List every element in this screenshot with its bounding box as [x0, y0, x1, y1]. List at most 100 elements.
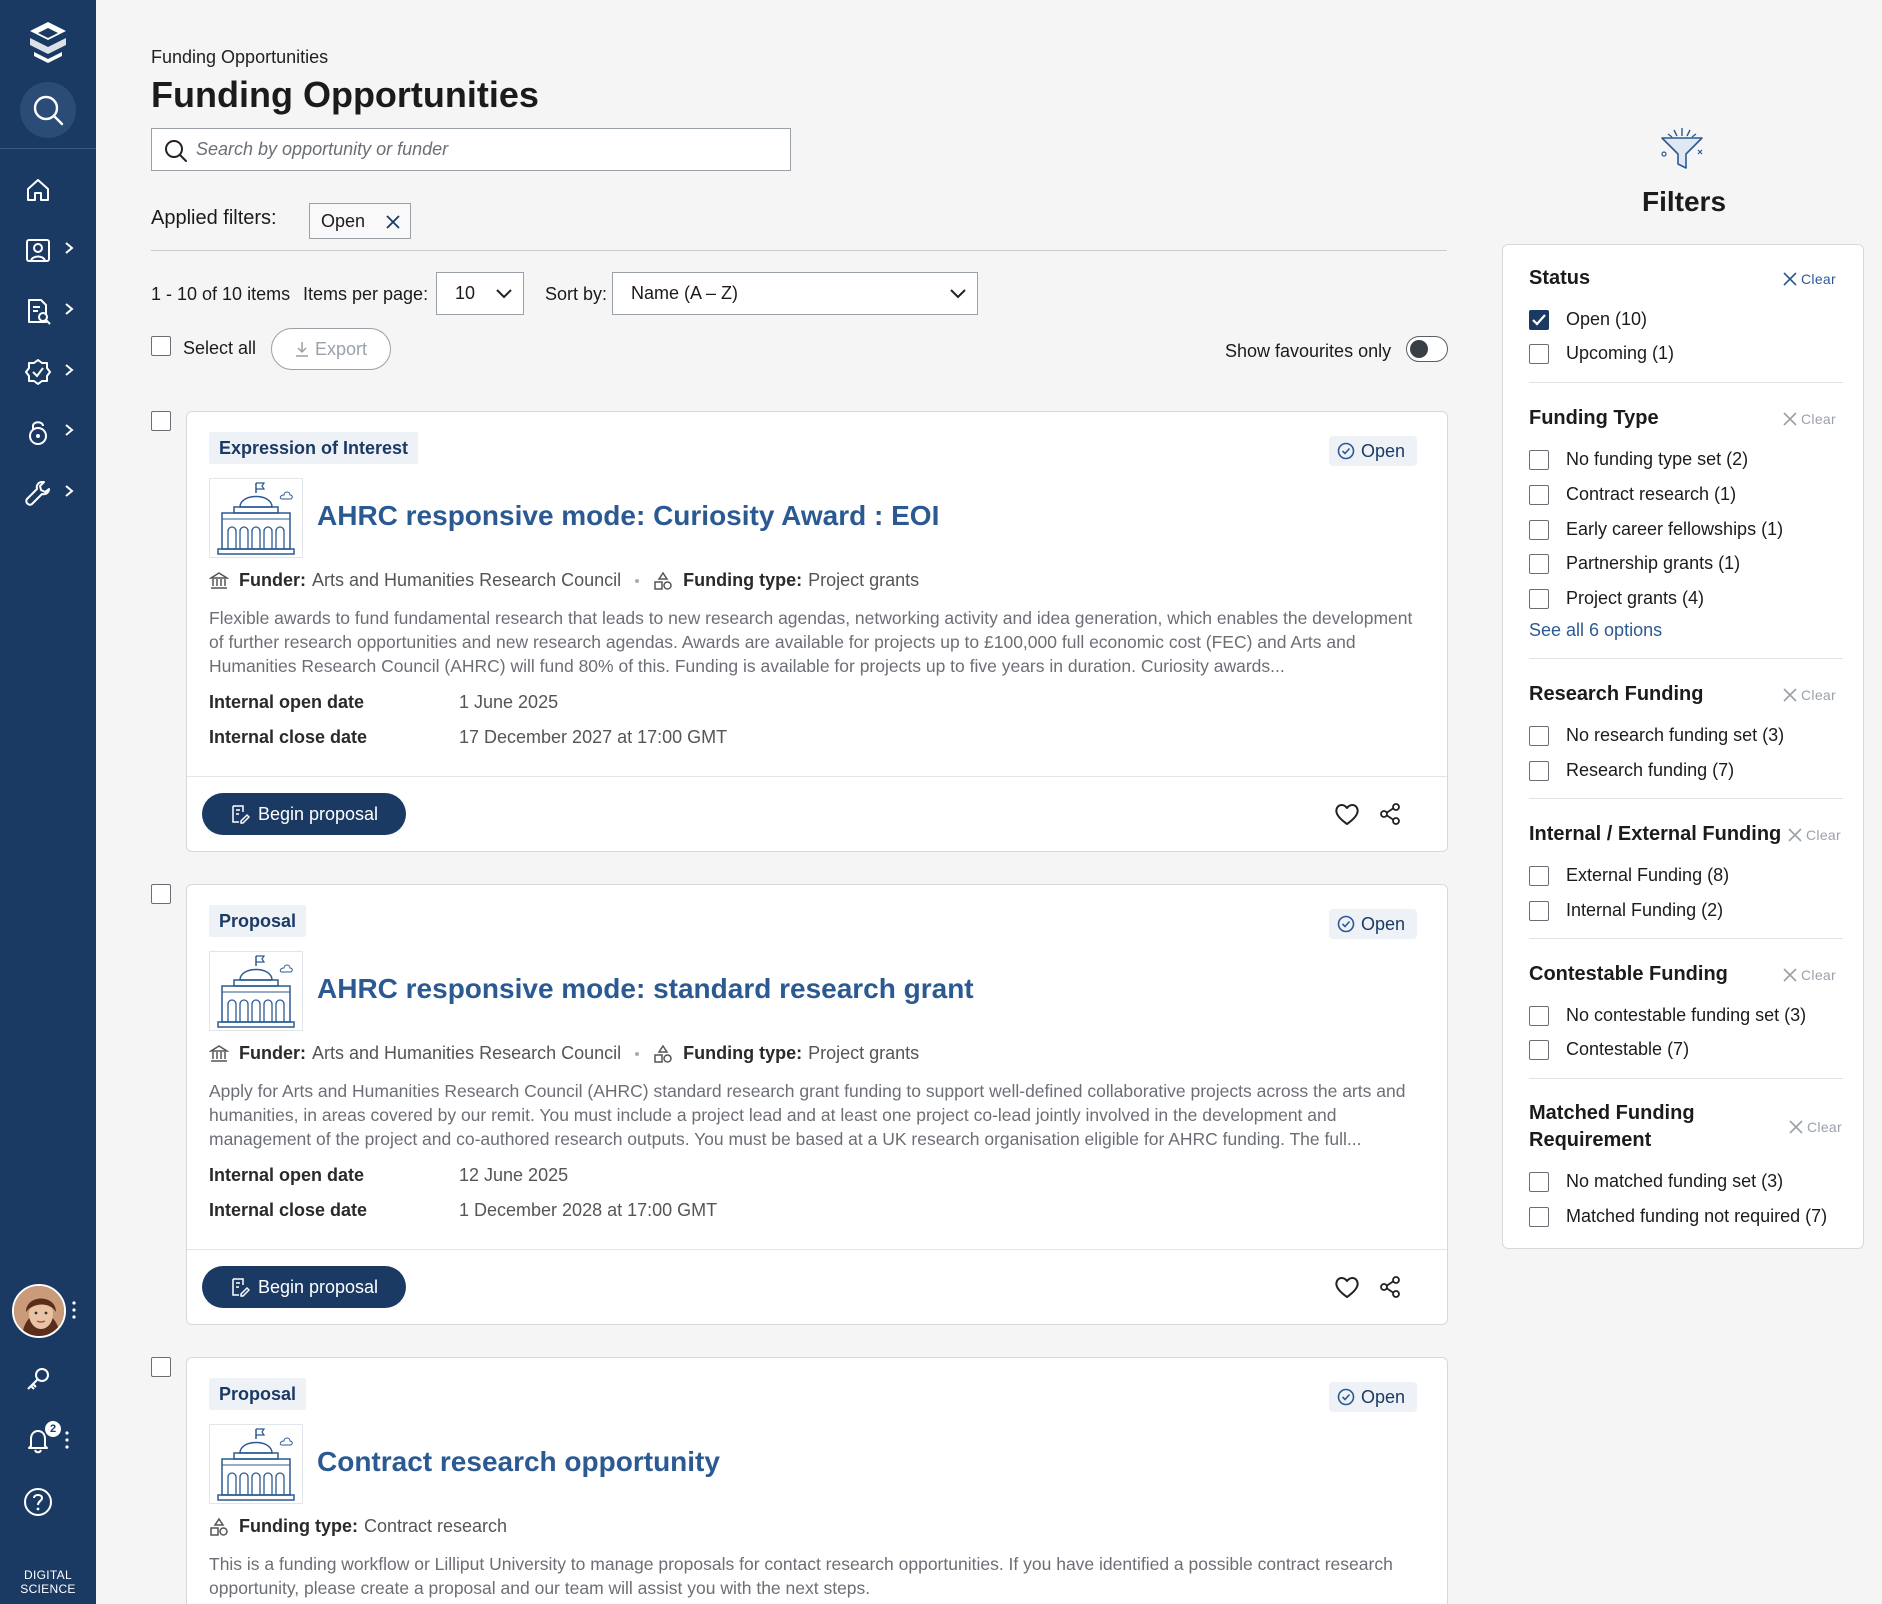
filter-option[interactable]: Internal Funding (2): [1529, 900, 1723, 921]
filter-option[interactable]: Matched funding not required (7): [1529, 1206, 1827, 1227]
filter-option[interactable]: Partnership grants (1): [1529, 553, 1740, 574]
filter-option[interactable]: No contestable funding set (3): [1529, 1005, 1806, 1026]
close-icon[interactable]: [386, 215, 400, 229]
filter-option[interactable]: Early career fellowships (1): [1529, 519, 1783, 540]
clear-research-funding-button[interactable]: Clear: [1783, 687, 1836, 703]
notification-badge: 2: [45, 1421, 61, 1437]
card-select-checkbox[interactable]: [151, 1357, 171, 1377]
filter-option[interactable]: No research funding set (3): [1529, 725, 1784, 746]
checkbox[interactable]: [1529, 449, 1549, 470]
badge-check-icon: [25, 359, 51, 385]
clear-funding-type-button[interactable]: Clear: [1783, 411, 1836, 427]
clear-internal-external-button[interactable]: Clear: [1788, 827, 1841, 843]
search-input[interactable]: [196, 129, 776, 170]
close-icon: [1783, 412, 1797, 426]
avatar[interactable]: [12, 1284, 66, 1338]
sidebar-item-profiles[interactable]: [0, 224, 96, 272]
checkbox-checked[interactable]: [1529, 309, 1549, 330]
items-per-page-value: 10: [455, 283, 476, 303]
share-icon[interactable]: [1376, 1273, 1404, 1301]
funder-value: Arts and Humanities Research Council: [312, 570, 622, 590]
checkbox[interactable]: [1529, 588, 1549, 609]
checkbox[interactable]: [1529, 900, 1549, 921]
filter-option[interactable]: Contestable (7): [1529, 1039, 1689, 1060]
card-title-link[interactable]: AHRC responsive mode: Curiosity Award : …: [317, 500, 939, 532]
sidebar-search-button[interactable]: [20, 82, 76, 138]
close-icon: [1783, 272, 1797, 286]
filter-option-label: Internal Funding (2): [1566, 900, 1724, 920]
filter-option[interactable]: External Funding (8): [1529, 865, 1729, 886]
heart-icon[interactable]: [1333, 1273, 1361, 1301]
clear-matched-funding-button[interactable]: Clear: [1789, 1119, 1842, 1135]
filter-section-title: Internal / External Funding: [1529, 823, 1782, 845]
chevron-down-icon: [496, 289, 512, 299]
filter-option[interactable]: Contract research (1): [1529, 484, 1736, 505]
select-all-checkbox[interactable]: [151, 336, 171, 356]
document-search-icon: [28, 299, 51, 325]
clear-status-button[interactable]: Clear: [1783, 271, 1836, 287]
sidebar-item-tools[interactable]: [0, 467, 96, 515]
check-circle-icon: [1337, 1388, 1355, 1406]
filter-option-label: External Funding (8): [1566, 865, 1730, 885]
checkbox[interactable]: [1529, 1005, 1549, 1026]
sidebar-item-security[interactable]: [0, 406, 96, 454]
begin-proposal-label: Begin proposal: [257, 1276, 379, 1297]
checkbox[interactable]: [1529, 1039, 1549, 1060]
filter-option[interactable]: No matched funding set (3): [1529, 1171, 1783, 1192]
checkbox[interactable]: [1529, 553, 1549, 574]
card-select-checkbox[interactable]: [151, 884, 171, 904]
status-label: Open: [1360, 1386, 1405, 1407]
filter-option[interactable]: No funding type set (2): [1529, 449, 1748, 470]
filter-option-label: No contestable funding set (3): [1566, 1005, 1807, 1025]
checkbox[interactable]: [1529, 760, 1549, 781]
checkbox[interactable]: [1529, 1171, 1549, 1192]
checkbox[interactable]: [1529, 865, 1549, 886]
chevron-down-icon: [950, 289, 966, 299]
sidebar-item-approvals[interactable]: [0, 346, 96, 394]
filter-option-label: Partnership grants (1): [1566, 553, 1741, 573]
begin-proposal-button[interactable]: Begin proposal: [202, 793, 406, 835]
app-logo-icon[interactable]: [24, 18, 72, 66]
building-illustration-icon: [209, 1424, 303, 1504]
card-select-checkbox[interactable]: [151, 411, 171, 431]
filter-section-title: Research Funding: [1529, 683, 1704, 705]
status-badge: Open: [1328, 909, 1417, 939]
heart-icon[interactable]: [1333, 800, 1361, 828]
favourites-toggle[interactable]: [1406, 336, 1448, 362]
filter-chip-open[interactable]: Open: [309, 203, 411, 239]
card-title-link[interactable]: AHRC responsive mode: standard research …: [317, 973, 974, 1005]
filter-option[interactable]: Research funding (7): [1529, 760, 1734, 781]
filter-option[interactable]: Project grants (4): [1529, 588, 1704, 609]
card-title-link[interactable]: Contract research opportunity: [317, 1446, 720, 1478]
see-all-options-link[interactable]: See all 6 options: [1529, 620, 1662, 641]
close-icon: [1783, 968, 1797, 982]
begin-proposal-button[interactable]: Begin proposal: [202, 1266, 406, 1308]
status-badge: Open: [1328, 1382, 1417, 1412]
checkbox[interactable]: [1529, 519, 1549, 540]
more-vertical-icon[interactable]: [72, 1300, 76, 1320]
filter-option-upcoming[interactable]: Upcoming (1): [1529, 343, 1674, 364]
funding-type-value: Contract research: [363, 1516, 508, 1536]
home-icon: [27, 179, 49, 201]
share-icon[interactable]: [1376, 800, 1404, 828]
checkbox[interactable]: [1529, 343, 1549, 364]
checkbox[interactable]: [1529, 484, 1549, 505]
search-icon: [165, 140, 187, 162]
export-button[interactable]: Export: [271, 328, 391, 370]
checkbox[interactable]: [1529, 725, 1549, 746]
clear-contestable-button[interactable]: Clear: [1783, 967, 1836, 983]
close-date-value: 1 December 2028 at 17:00 GMT: [459, 1200, 718, 1220]
filter-option-label: Contract research (1): [1566, 484, 1737, 504]
clear-label: Clear: [1801, 687, 1836, 703]
sidebar-item-documents[interactable]: [0, 285, 96, 333]
check-circle-icon: [1337, 442, 1355, 460]
items-per-page-select[interactable]: 10: [436, 272, 524, 315]
more-vertical-icon[interactable]: [65, 1430, 69, 1450]
sidebar-item-keys[interactable]: [0, 1353, 96, 1401]
sidebar-item-home[interactable]: [0, 164, 96, 212]
sidebar-item-help[interactable]: [0, 1475, 96, 1523]
checkbox[interactable]: [1529, 1206, 1549, 1227]
sort-select[interactable]: Name (A – Z): [612, 272, 978, 315]
filter-option-open[interactable]: Open (10): [1529, 309, 1647, 330]
breadcrumb[interactable]: Funding Opportunities: [151, 47, 328, 68]
